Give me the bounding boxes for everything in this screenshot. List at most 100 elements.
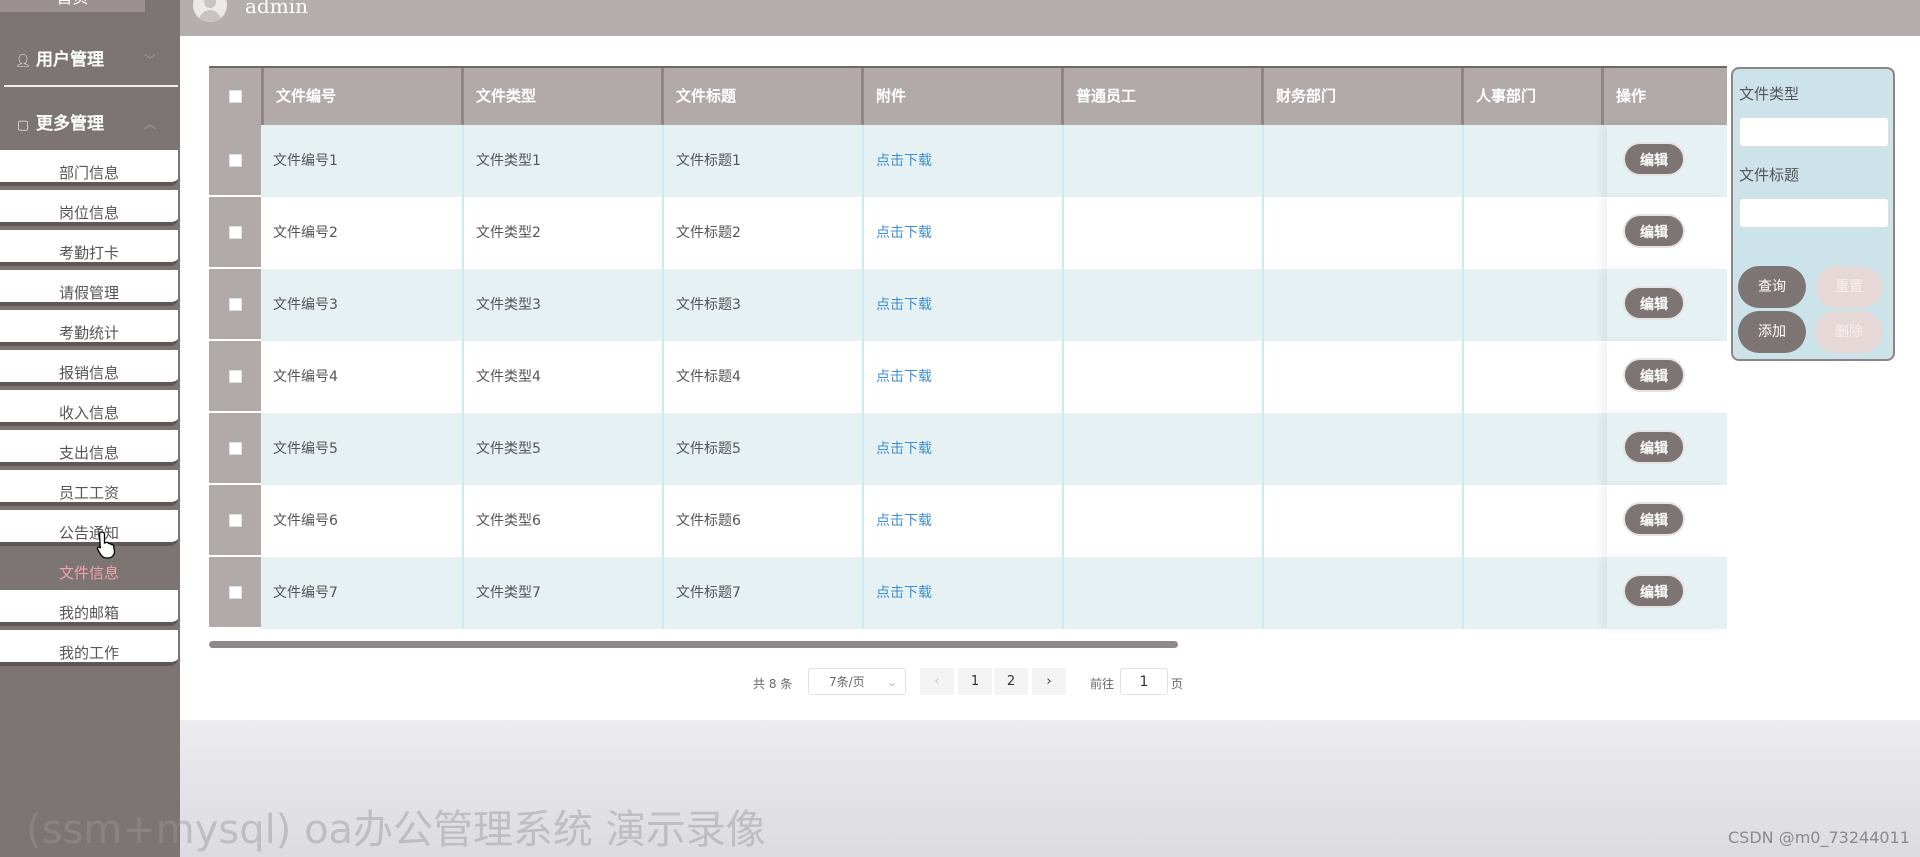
download-link[interactable]: 点击下载 bbox=[864, 413, 1064, 485]
file-type-input[interactable] bbox=[1739, 117, 1889, 147]
cell-type: 文件类型7 bbox=[464, 557, 664, 629]
cell-staff bbox=[1064, 197, 1264, 269]
edit-button[interactable]: 编辑 bbox=[1623, 574, 1685, 608]
edit-button[interactable]: 编辑 bbox=[1623, 358, 1685, 392]
row-select-cell bbox=[209, 485, 261, 557]
cell-code: 文件编号3 bbox=[261, 269, 464, 341]
cell-title: 文件标题6 bbox=[664, 485, 864, 557]
cell-code: 文件编号1 bbox=[261, 125, 464, 197]
chevron-down-icon: ﹀ bbox=[143, 53, 156, 67]
page-size-value: 7条/页 bbox=[829, 675, 865, 689]
add-button[interactable]: 添加 bbox=[1738, 311, 1806, 353]
edit-button[interactable]: 编辑 bbox=[1623, 142, 1685, 176]
page-button-2[interactable]: 2 bbox=[994, 668, 1028, 695]
cell-staff bbox=[1064, 269, 1264, 341]
sidebar-item-label: 报销信息 bbox=[58, 364, 119, 382]
reset-button[interactable]: 重置 bbox=[1815, 266, 1883, 308]
sidebar-item-mailbox[interactable]: 我的邮箱 bbox=[0, 590, 178, 626]
header-select-all bbox=[209, 68, 264, 125]
username: admin bbox=[245, 0, 308, 18]
goto-label: 前往 bbox=[1090, 677, 1115, 691]
download-link[interactable]: 点击下载 bbox=[864, 269, 1064, 341]
query-button[interactable]: 查询 bbox=[1738, 266, 1806, 308]
select-all-checkbox[interactable] bbox=[229, 90, 242, 103]
download-link[interactable]: 点击下载 bbox=[864, 341, 1064, 413]
group-label: 用户管理 bbox=[36, 50, 104, 70]
sidebar-item-files[interactable]: 文件信息 bbox=[0, 550, 178, 586]
cell-type: 文件类型5 bbox=[464, 413, 664, 485]
delete-button[interactable]: 删除 bbox=[1815, 311, 1883, 353]
cell-type: 文件类型3 bbox=[464, 269, 664, 341]
prev-page-button[interactable]: ‹ bbox=[920, 668, 954, 695]
avatar[interactable] bbox=[193, 0, 227, 22]
edit-button[interactable]: 编辑 bbox=[1623, 430, 1685, 464]
table-row: 文件编号3 文件类型3 文件标题3 点击下载 编辑 bbox=[209, 269, 1727, 341]
column-header: 文件标题 bbox=[664, 68, 864, 125]
cell-code: 文件编号6 bbox=[261, 485, 464, 557]
row-select-cell bbox=[209, 269, 261, 341]
table-row: 文件编号1 文件类型1 文件标题1 点击下载 编辑 bbox=[209, 125, 1727, 197]
edit-button[interactable]: 编辑 bbox=[1623, 214, 1685, 248]
cell-code: 文件编号2 bbox=[261, 197, 464, 269]
page-size-select[interactable]: 7条/页 ⌄ bbox=[808, 668, 906, 695]
user-icon: 👤︎ bbox=[14, 54, 32, 69]
cell-actions: 编辑 bbox=[1607, 485, 1727, 557]
sidebar-item-label: 文件信息 bbox=[58, 564, 119, 582]
row-checkbox[interactable] bbox=[229, 514, 242, 527]
search-panel: 文件类型 文件标题 查询 重置 添加 删除 bbox=[1731, 67, 1895, 361]
download-link[interactable]: 点击下载 bbox=[864, 557, 1064, 629]
square-icon: ▢ bbox=[16, 118, 30, 133]
row-select-cell bbox=[209, 341, 261, 413]
edit-button[interactable]: 编辑 bbox=[1623, 286, 1685, 320]
file-table: 文件编号 文件类型 文件标题 附件 普通员工 财务部门 人事部门 操作 文件编号… bbox=[209, 66, 1727, 640]
sidebar-item-label: 收入信息 bbox=[58, 404, 119, 422]
group-more-management[interactable]: ▢ 更多管理 ︿ bbox=[0, 102, 180, 146]
sidebar-item-reimbursement[interactable]: 报销信息 bbox=[0, 350, 178, 386]
cell-staff bbox=[1064, 125, 1264, 197]
sidebar-item-label: 支出信息 bbox=[58, 444, 119, 462]
cell-code: 文件编号4 bbox=[261, 341, 464, 413]
file-title-label: 文件标题 bbox=[1739, 166, 1800, 184]
download-link[interactable]: 点击下载 bbox=[864, 197, 1064, 269]
row-checkbox[interactable] bbox=[229, 442, 242, 455]
page-button-1[interactable]: 1 bbox=[958, 668, 992, 695]
download-link[interactable]: 点击下载 bbox=[864, 125, 1064, 197]
row-checkbox[interactable] bbox=[229, 586, 242, 599]
goto-page-input[interactable]: 1 bbox=[1120, 668, 1168, 695]
sidebar-item-attendance-punch[interactable]: 考勤打卡 bbox=[0, 230, 178, 266]
sidebar-item-department[interactable]: 部门信息 bbox=[0, 150, 178, 186]
sidebar-item-leave[interactable]: 请假管理 bbox=[0, 270, 178, 306]
cell-type: 文件类型6 bbox=[464, 485, 664, 557]
sidebar: 首页 👤︎用户管理 ﹀ ▢更多管理 ︿ 部门信息 岗位信息 考勤打卡 请假管理 … bbox=[0, 0, 180, 857]
download-link[interactable]: 点击下载 bbox=[864, 485, 1064, 557]
cell-finance bbox=[1264, 269, 1464, 341]
next-page-button[interactable]: › bbox=[1032, 668, 1066, 695]
sidebar-item-label: 员工工资 bbox=[58, 484, 119, 502]
cell-finance bbox=[1264, 341, 1464, 413]
sidebar-item-label: 考勤统计 bbox=[58, 324, 119, 342]
cell-type: 文件类型2 bbox=[464, 197, 664, 269]
sidebar-item-income[interactable]: 收入信息 bbox=[0, 390, 178, 426]
edit-button[interactable]: 编辑 bbox=[1623, 502, 1685, 536]
row-checkbox[interactable] bbox=[229, 370, 242, 383]
cell-finance bbox=[1264, 197, 1464, 269]
horizontal-scrollbar[interactable] bbox=[209, 641, 1178, 648]
row-checkbox[interactable] bbox=[229, 226, 242, 239]
cell-actions: 编辑 bbox=[1607, 557, 1727, 629]
sidebar-item-position[interactable]: 岗位信息 bbox=[0, 190, 178, 226]
sidebar-item-expense[interactable]: 支出信息 bbox=[0, 430, 178, 466]
file-title-input[interactable] bbox=[1739, 198, 1889, 228]
cell-title: 文件标题4 bbox=[664, 341, 864, 413]
csdn-watermark: CSDN @m0_73244011 bbox=[1728, 828, 1910, 847]
group-user-management[interactable]: 👤︎ 用户管理 ﹀ bbox=[0, 38, 180, 82]
sidebar-item-my-work[interactable]: 我的工作 bbox=[0, 630, 178, 666]
home-tab[interactable]: 首页 bbox=[0, 0, 145, 12]
sidebar-item-label: 岗位信息 bbox=[58, 204, 119, 222]
row-checkbox[interactable] bbox=[229, 298, 242, 311]
cell-hr bbox=[1464, 125, 1607, 197]
row-select-cell bbox=[209, 125, 261, 197]
sidebar-item-salary[interactable]: 员工工资 bbox=[0, 470, 178, 506]
sidebar-item-attendance-stats[interactable]: 考勤统计 bbox=[0, 310, 178, 346]
row-checkbox[interactable] bbox=[229, 154, 242, 167]
sidebar-item-notice[interactable]: 公告通知 bbox=[0, 510, 178, 546]
